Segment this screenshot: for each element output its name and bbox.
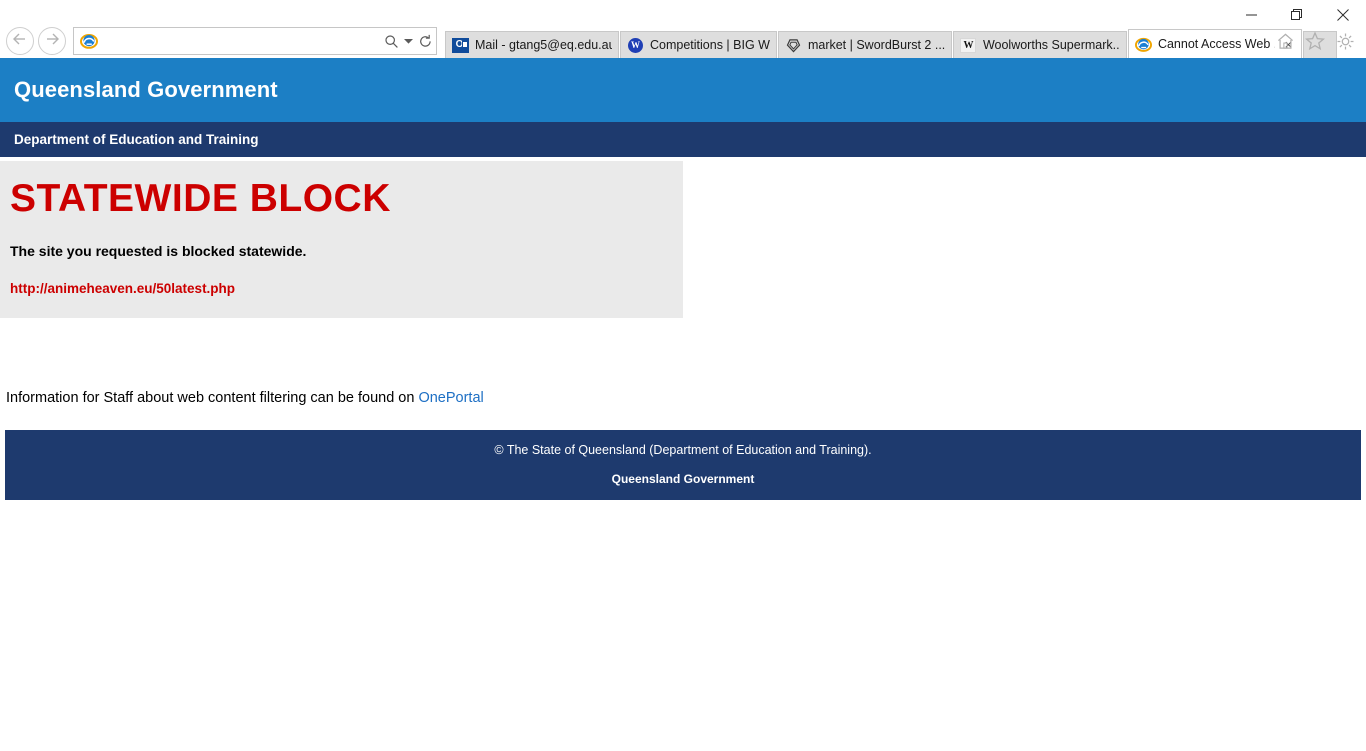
internet-explorer-icon xyxy=(78,30,100,52)
roblox-heart-icon xyxy=(785,37,802,54)
statewide-block-panel: STATEWIDE BLOCK The site you requested i… xyxy=(0,161,683,318)
queensland-government-header: Queensland Government xyxy=(0,58,1366,122)
department-title: Department of Education and Training xyxy=(14,132,259,147)
back-button[interactable] xyxy=(6,27,34,55)
tab-strip: O Mail - gtang5@eq.edu.au W Competitions… xyxy=(445,24,1337,58)
tab-label: market | SwordBurst 2 ... xyxy=(807,37,945,52)
oneportal-link[interactable]: OnePortal xyxy=(418,390,483,406)
department-bar: Department of Education and Training xyxy=(0,122,1366,157)
chrome-actions xyxy=(1268,28,1358,54)
outlook-icon: O xyxy=(452,37,469,54)
tab-bigw[interactable]: W Competitions | BIG W xyxy=(620,31,777,58)
tab-label: Woolworths Supermark... xyxy=(982,37,1120,52)
chevron-down-icon[interactable] xyxy=(402,30,414,52)
woolworths-icon: W xyxy=(960,37,977,54)
staff-info-text: Information for Staff about web content … xyxy=(6,390,419,406)
arrow-right-icon xyxy=(44,32,60,51)
forward-button[interactable] xyxy=(38,27,66,55)
block-message: The site you requested is blocked statew… xyxy=(10,243,307,259)
page-title: Queensland Government xyxy=(14,77,278,102)
tab-label: Cannot Access Web ... xyxy=(1157,36,1275,51)
bigw-icon: W xyxy=(627,37,644,54)
settings-gear-icon[interactable] xyxy=(1332,28,1358,54)
home-icon[interactable] xyxy=(1272,28,1298,54)
footer-brand: Queensland Government xyxy=(611,472,755,486)
footer-copyright: © The State of Queensland (Department of… xyxy=(494,443,872,457)
page-content: Queensland Government Department of Educ… xyxy=(0,58,1366,500)
tab-label: Competitions | BIG W xyxy=(650,37,770,52)
address-bar[interactable] xyxy=(73,27,437,55)
browser-chrome: O Mail - gtang5@eq.edu.au W Competitions… xyxy=(0,0,1366,58)
tab-mail[interactable]: O Mail - gtang5@eq.edu.au xyxy=(445,31,619,58)
search-icon[interactable] xyxy=(380,30,402,52)
arrow-left-icon xyxy=(12,32,28,51)
staff-information: Information for Staff about web content … xyxy=(0,390,1366,406)
page-footer: © The State of Queensland (Department of… xyxy=(5,430,1361,500)
internet-explorer-icon xyxy=(1134,36,1152,53)
favorites-star-icon[interactable] xyxy=(1302,28,1328,54)
refresh-icon[interactable] xyxy=(414,30,436,52)
tab-woolworths[interactable]: W Woolworths Supermark... xyxy=(952,31,1127,58)
blocked-url-link[interactable]: http://animeheaven.eu/50latest.php xyxy=(0,281,683,296)
tab-label: Mail - gtang5@eq.edu.au xyxy=(475,37,612,52)
navigation-row: O Mail - gtang5@eq.edu.au W Competitions… xyxy=(0,24,1366,58)
address-input[interactable] xyxy=(100,30,380,52)
block-heading: STATEWIDE BLOCK xyxy=(10,177,391,220)
tab-swordburst[interactable]: market | SwordBurst 2 ... xyxy=(777,31,952,58)
